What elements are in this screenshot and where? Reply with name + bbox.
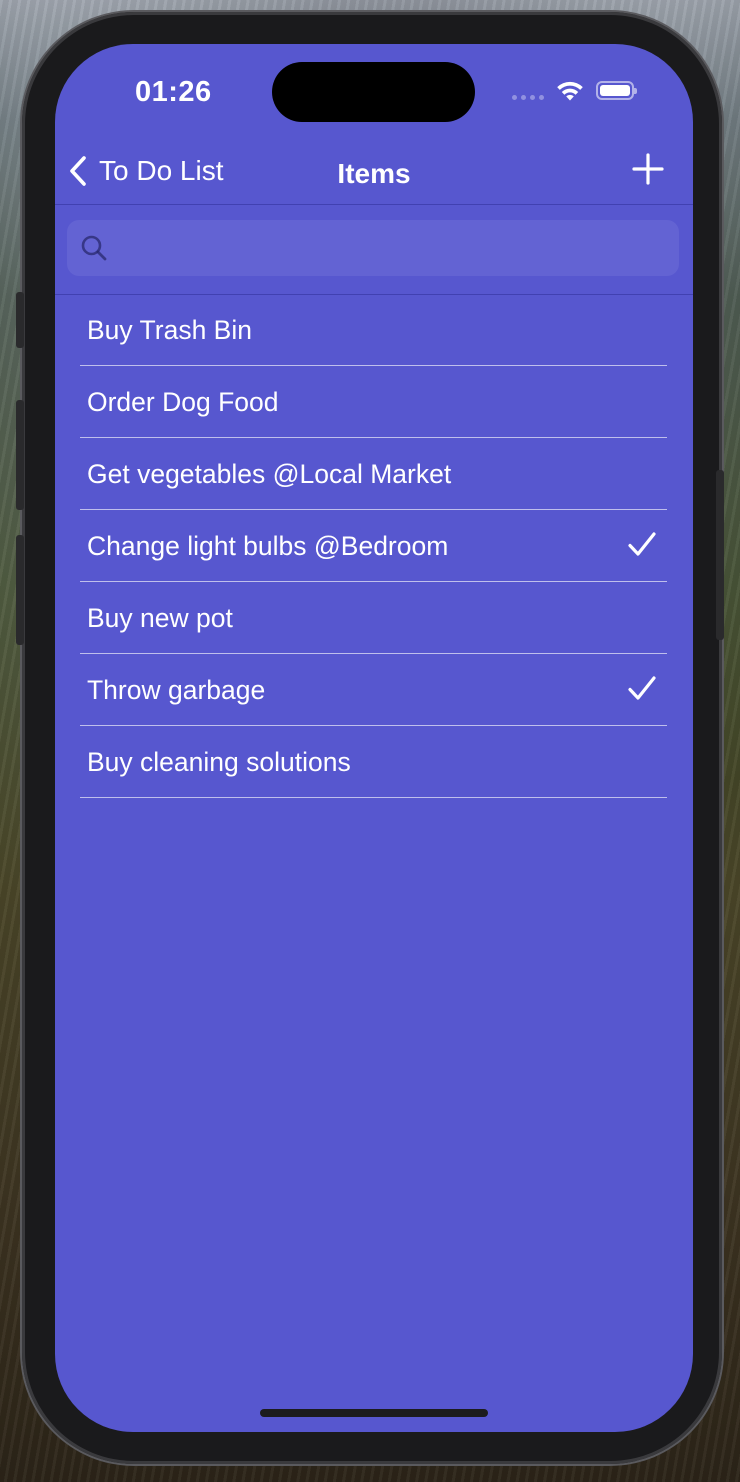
search-field[interactable] bbox=[67, 219, 679, 277]
checkmark-icon bbox=[628, 532, 656, 556]
list-item[interactable]: Change light bulbs @Bedroom bbox=[80, 510, 667, 582]
list-item[interactable]: Buy cleaning solutions bbox=[80, 726, 667, 798]
status-time: 01:26 bbox=[135, 76, 212, 108]
search-bar bbox=[55, 204, 693, 295]
list-item[interactable]: Throw garbage bbox=[80, 654, 667, 726]
list-item-label: Buy cleaning solutions bbox=[87, 747, 351, 777]
todo-item-list: Buy Trash Bin Order Dog Food Get vegetab… bbox=[80, 294, 667, 798]
search-icon bbox=[81, 235, 107, 261]
page-title: Items bbox=[337, 158, 411, 189]
list-item-label: Change light bulbs @Bedroom bbox=[87, 531, 449, 561]
dynamic-island bbox=[272, 62, 475, 122]
side-button-volume-up bbox=[16, 400, 24, 510]
plus-icon[interactable] bbox=[631, 152, 665, 186]
search-input[interactable] bbox=[109, 219, 679, 277]
list-item[interactable]: Order Dog Food bbox=[80, 366, 667, 438]
cellular-signal-icon bbox=[512, 95, 544, 100]
checkmark-icon bbox=[628, 676, 656, 700]
list-item[interactable]: Buy new pot bbox=[80, 582, 667, 654]
side-button-volume-down bbox=[16, 535, 24, 645]
list-item-label: Order Dog Food bbox=[87, 387, 279, 417]
list-item-label: Buy new pot bbox=[87, 603, 233, 633]
home-indicator[interactable] bbox=[260, 1409, 488, 1417]
side-button-mute bbox=[16, 292, 24, 348]
list-item-label: Buy Trash Bin bbox=[87, 315, 252, 345]
side-button-power bbox=[716, 470, 724, 640]
battery-icon bbox=[596, 81, 637, 100]
list-item[interactable]: Buy Trash Bin bbox=[80, 294, 667, 366]
list-item[interactable]: Get vegetables @Local Market bbox=[80, 438, 667, 510]
navigation-bar: To Do List Items bbox=[55, 140, 693, 205]
list-item-label: Get vegetables @Local Market bbox=[87, 459, 452, 489]
app-screen: 01:26 To Do List Items Buy Trash Bin Ord… bbox=[55, 44, 693, 1432]
status-bar: 01:26 bbox=[55, 44, 693, 140]
list-item-label: Throw garbage bbox=[87, 675, 266, 705]
wifi-icon bbox=[557, 81, 583, 101]
